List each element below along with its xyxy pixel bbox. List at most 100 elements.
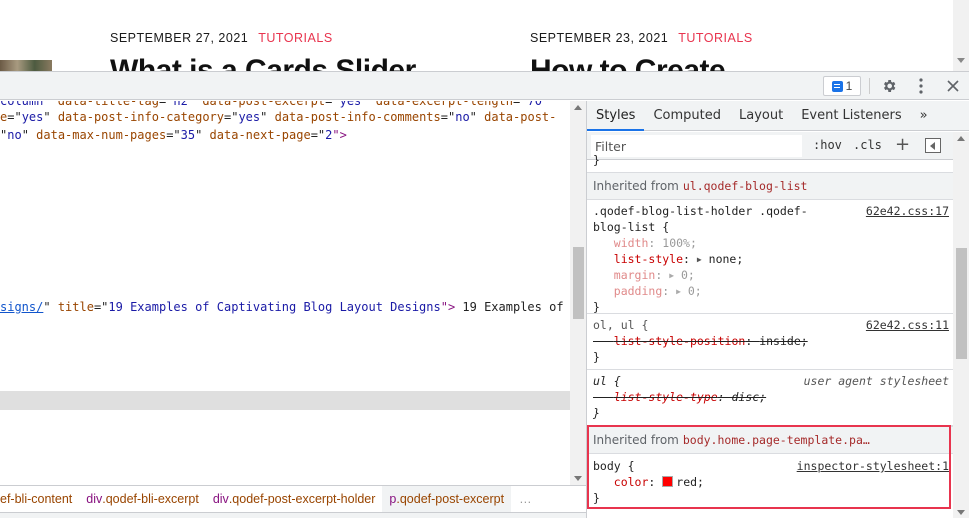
attribute-name[interactable]: data-max-num-pages — [36, 128, 166, 142]
tab-event-listeners[interactable]: Event Listeners — [792, 101, 910, 130]
code-text: " — [43, 110, 58, 124]
property-value[interactable]: disc; — [732, 390, 767, 404]
property-value[interactable]: inside; — [759, 334, 807, 348]
property-name[interactable]: margin — [614, 268, 656, 282]
scrollbar-thumb[interactable] — [956, 248, 967, 359]
scroll-down-arrow-icon[interactable] — [957, 58, 965, 63]
toggle-sidebar-icon[interactable] — [925, 138, 941, 153]
attribute-name[interactable]: data-post-info-comments — [275, 110, 441, 124]
attribute-value[interactable]: no — [455, 110, 469, 124]
post-title-link[interactable]: How to Create — [530, 54, 726, 72]
issues-button[interactable]: 1 — [823, 76, 861, 96]
attribute-name[interactable]: data-title-tag — [58, 101, 159, 108]
dom-line[interactable]: signs/" title="19 Examples of Captivatin… — [0, 298, 564, 316]
breadcrumb-item-active[interactable]: p .qodef-post-excerpt — [382, 486, 512, 512]
property-value[interactable]: 0; — [688, 284, 702, 298]
expand-triangle-icon[interactable]: ▶ — [676, 287, 681, 296]
attribute-name[interactable]: data-excerpt-length — [376, 101, 513, 108]
attribute-value[interactable]: 35 — [181, 128, 195, 142]
style-rule[interactable]: ul {user agent stylesheet list-style-typ… — [587, 370, 953, 426]
scroll-down-arrow-icon[interactable] — [957, 510, 965, 515]
rule-selector: ul { — [593, 374, 621, 388]
attribute-name[interactable]: title — [58, 300, 94, 314]
styles-scrollbar[interactable] — [953, 132, 969, 518]
code-text: " — [43, 300, 58, 314]
breadcrumb-item[interactable]: ef-bli-content — [0, 486, 79, 512]
style-rule[interactable]: .qodef-blog-list-holder .qodef- 62e42.css… — [587, 201, 953, 314]
property-value[interactable]: 100%; — [662, 236, 697, 250]
scroll-up-arrow-icon[interactable] — [574, 105, 582, 110]
styles-filter-bar: :hov .cls + — [587, 132, 953, 160]
attribute-value[interactable]: 70 — [527, 101, 541, 108]
attribute-value[interactable]: column" — [0, 101, 58, 108]
style-rule[interactable]: body {inspector-stylesheet:1 color: red;… — [587, 455, 953, 511]
elements-tree[interactable]: column" data-title-tag =" h2 " data-post-ex… — [0, 101, 570, 485]
attribute-name[interactable]: data-next-page — [210, 128, 311, 142]
close-devtools-button[interactable] — [942, 75, 964, 97]
class-toggle-button[interactable]: .cls — [853, 138, 882, 152]
settings-button[interactable] — [878, 75, 900, 97]
property-value[interactable]: none; — [709, 252, 744, 266]
attribute-name[interactable]: data-post- — [484, 110, 556, 124]
source-link[interactable]: inspector-stylesheet:1 — [797, 458, 949, 474]
rule-close-brace: } — [593, 491, 600, 505]
dom-line[interactable]: e="yes" data-post-info-category="yes" da… — [0, 108, 556, 126]
code-text: =" — [166, 128, 181, 142]
rule-selector: body { — [593, 459, 635, 473]
selected-dom-node-row[interactable] — [0, 391, 570, 410]
page-scrollbar[interactable] — [953, 0, 969, 72]
attribute-value[interactable]: h2 — [173, 101, 187, 108]
breadcrumb-overflow[interactable]: … — [511, 492, 540, 506]
expand-triangle-icon[interactable]: ▶ — [697, 255, 702, 264]
devtools-panel: 1 column" data-title-tag =" h2 " data-post-… — [0, 71, 969, 518]
scroll-up-arrow-icon[interactable] — [957, 136, 965, 141]
attribute-name[interactable]: data-post-info-category — [58, 110, 224, 124]
styles-filter-input[interactable] — [591, 135, 802, 157]
post-category-link[interactable]: TUTORIALS — [678, 31, 752, 45]
post-meta: SEPTEMBER 23, 2021 TUTORIALS — [530, 31, 753, 45]
attribute-name[interactable]: data-post-excerpt — [202, 101, 325, 108]
post-title-link[interactable]: What is a Cards Slider — [110, 54, 416, 72]
tab-computed[interactable]: Computed — [644, 101, 730, 130]
dom-line[interactable]: "no" data-max-num-pages="35" data-next-p… — [0, 126, 347, 144]
property-name[interactable]: list-style-position — [614, 334, 746, 348]
code-text: 19 Examples of — [455, 300, 564, 314]
source-link[interactable]: 62e42.css:17 — [866, 203, 949, 219]
attribute-value[interactable]: yes — [238, 110, 260, 124]
scroll-down-arrow-icon[interactable] — [574, 476, 582, 481]
source-link[interactable]: 62e42.css:11 — [866, 317, 949, 333]
scrollbar-thumb[interactable] — [573, 247, 584, 319]
code-text: =" — [7, 110, 22, 124]
attribute-link[interactable]: signs/ — [0, 300, 43, 314]
property-name[interactable]: list-style-type — [614, 390, 718, 404]
attribute-value[interactable]: yes — [340, 101, 362, 108]
property-value[interactable]: 0; — [681, 268, 695, 282]
property-name[interactable]: color — [614, 475, 649, 489]
new-style-rule-button[interactable]: + — [895, 134, 910, 155]
attribute-value[interactable]: no — [7, 128, 21, 142]
tag-bracket: "> — [332, 128, 347, 142]
tabs-overflow-button[interactable]: » — [911, 101, 937, 130]
expand-triangle-icon[interactable]: ▶ — [669, 271, 674, 280]
property-name[interactable]: padding — [614, 284, 662, 298]
inherited-selector-link[interactable]: body.home.page-template.pa… — [683, 433, 870, 447]
styles-pane: Styles Computed Layout Event Listeners »… — [587, 101, 969, 518]
tab-styles[interactable]: Styles — [587, 101, 645, 131]
property-name[interactable]: width — [614, 236, 649, 250]
hover-state-button[interactable]: :hov — [813, 138, 842, 152]
issues-count: 1 — [845, 79, 853, 93]
property-value[interactable]: red; — [676, 475, 704, 489]
code-text: " — [195, 128, 210, 142]
elements-scrollbar[interactable] — [570, 101, 586, 485]
style-rule[interactable]: ol, ul {62e42.css:11 list-style-position… — [587, 314, 953, 370]
tab-layout[interactable]: Layout — [730, 101, 792, 130]
breadcrumb-item[interactable]: div .qodef-post-excerpt-holder — [206, 486, 383, 512]
property-name[interactable]: list-style — [614, 252, 683, 266]
more-options-button[interactable] — [910, 75, 932, 97]
attribute-value[interactable]: yes — [22, 110, 44, 124]
post-category-link[interactable]: TUTORIALS — [258, 31, 332, 45]
breadcrumb-item[interactable]: div .qodef-bli-excerpt — [79, 486, 206, 512]
color-swatch[interactable] — [662, 476, 674, 487]
attribute-value[interactable]: 19 Examples of Captivating Blog Layout D… — [108, 300, 440, 314]
inherited-selector-link[interactable]: ul.qodef-blog-list — [683, 179, 808, 193]
